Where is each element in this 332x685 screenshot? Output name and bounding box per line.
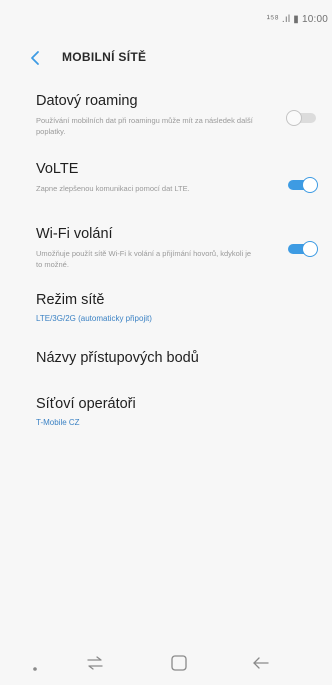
setting-title: Názvy přístupových bodů bbox=[36, 350, 199, 366]
setting-access-point-names[interactable]: Názvy přístupových bodů bbox=[0, 350, 332, 374]
setting-title: VoLTE bbox=[36, 161, 79, 177]
setting-title: Datový roaming bbox=[36, 93, 138, 109]
setting-description: Umožňuje použít sítě Wi-Fi k volání a př… bbox=[36, 249, 252, 269]
setting-volte[interactable]: VoLTE Zapne zlepšenou komunikaci pomocí … bbox=[0, 161, 332, 211]
setting-value: T-Mobile CZ bbox=[36, 418, 80, 427]
toggle-knob bbox=[302, 241, 318, 257]
wifi-calling-toggle[interactable] bbox=[286, 239, 320, 259]
setting-wifi-calling[interactable]: Wi-Fi volání Umožňuje použít sítě Wi-Fi … bbox=[0, 226, 332, 276]
toggle-knob bbox=[286, 110, 302, 126]
chevron-left-icon[interactable] bbox=[26, 48, 44, 68]
dot-icon bbox=[32, 659, 38, 677]
setting-title: Síťoví operátoři bbox=[36, 396, 136, 412]
setting-network-operators[interactable]: Síťoví operátoři T-Mobile CZ bbox=[0, 396, 332, 436]
home-icon[interactable] bbox=[168, 652, 190, 679]
recent-apps-icon[interactable] bbox=[84, 652, 106, 679]
status-indicators: ¹⁵⁸ .ıl ▮ 10:00 bbox=[266, 14, 328, 25]
setting-title: Wi-Fi volání bbox=[36, 226, 113, 242]
page-title: MOBILNÍ SÍTĚ bbox=[62, 50, 147, 64]
setting-title: Režim sítě bbox=[36, 292, 105, 308]
setting-description: Zapne zlepšenou komunikaci pomocí dat LT… bbox=[36, 184, 190, 193]
app-header: MOBILNÍ SÍTĚ bbox=[0, 40, 332, 76]
volte-toggle[interactable] bbox=[286, 175, 320, 195]
status-bar: ¹⁵⁸ .ıl ▮ 10:00 bbox=[0, 0, 332, 38]
setting-data-roaming[interactable]: Datový roaming Používání mobilních dat p… bbox=[0, 93, 332, 143]
data-roaming-toggle[interactable] bbox=[286, 108, 320, 128]
setting-network-mode[interactable]: Režim sítě LTE/3G/2G (automaticky připoj… bbox=[0, 292, 332, 332]
navigation-bar bbox=[0, 640, 332, 685]
setting-description: Používání mobilních dat při roamingu můž… bbox=[36, 116, 253, 136]
toggle-knob bbox=[302, 177, 318, 193]
setting-value: LTE/3G/2G (automaticky připojit) bbox=[36, 314, 152, 323]
back-arrow-icon[interactable] bbox=[250, 652, 272, 679]
